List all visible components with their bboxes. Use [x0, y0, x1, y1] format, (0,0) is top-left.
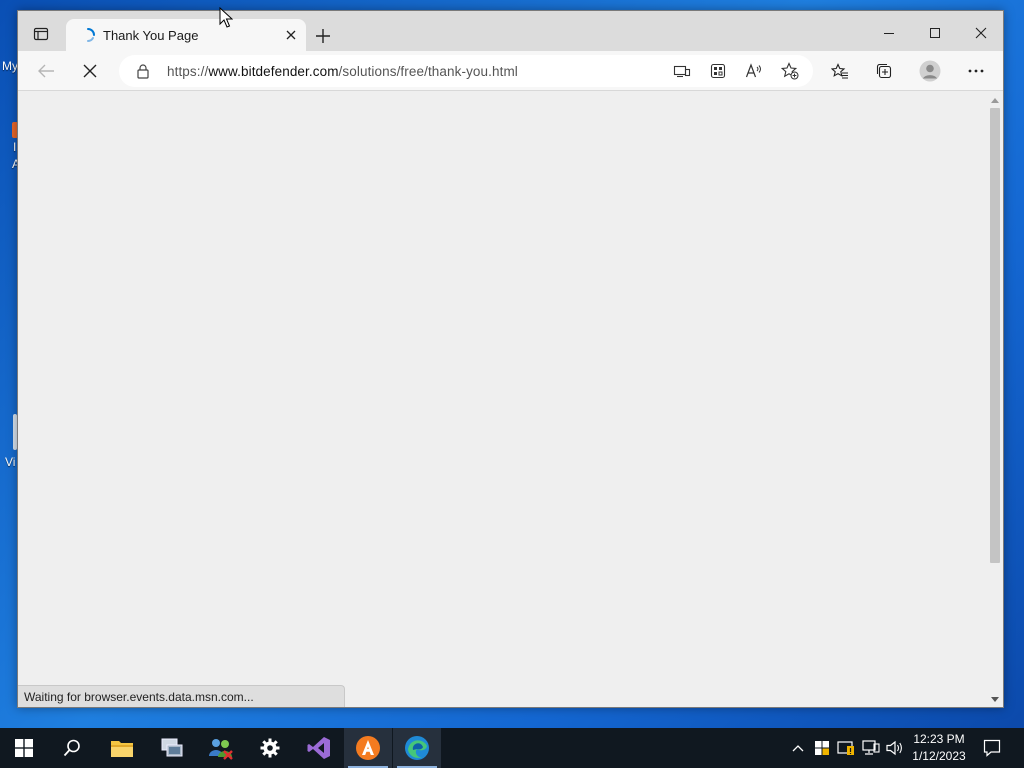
tab-actions-icon[interactable] — [30, 23, 52, 45]
mouse-cursor-icon — [219, 6, 234, 29]
desktop-label-fragment-i: I — [13, 140, 17, 154]
title-bar: Thank You Page — [18, 11, 1003, 51]
settings-gear-icon[interactable] — [246, 728, 294, 768]
loading-spinner-icon — [80, 27, 96, 43]
maximize-button[interactable] — [912, 19, 958, 47]
profile-avatar[interactable] — [917, 59, 943, 83]
address-bar[interactable]: https://www.bitdefender.com/solutions/fr… — [119, 55, 813, 87]
notifications-icon[interactable] — [980, 728, 1004, 768]
url-text[interactable]: https://www.bitdefender.com/solutions/fr… — [167, 64, 518, 79]
new-tab-button[interactable] — [312, 25, 334, 47]
scroll-down-arrow-icon[interactable] — [990, 695, 999, 703]
favorites-button[interactable] — [827, 59, 853, 83]
open-in-app-icon[interactable] — [670, 60, 694, 82]
clock-date: 1/12/2023 — [912, 749, 966, 763]
scrollbar-thumb[interactable] — [990, 108, 1000, 563]
close-window-button[interactable] — [958, 19, 1004, 47]
start-button[interactable] — [0, 728, 48, 768]
app-available-icon[interactable] — [706, 60, 730, 82]
avast-icon[interactable] — [344, 728, 392, 768]
search-icon[interactable] — [48, 728, 96, 768]
more-options-icon[interactable] — [963, 59, 989, 83]
back-button[interactable] — [33, 59, 59, 83]
visual-studio-icon[interactable] — [295, 728, 343, 768]
people-app-icon[interactable] — [197, 728, 245, 768]
lock-icon[interactable] — [135, 63, 151, 79]
tab-thank-you-page[interactable]: Thank You Page — [66, 19, 306, 51]
tab-title: Thank You Page — [103, 28, 199, 43]
add-favorite-icon[interactable] — [778, 60, 802, 82]
taskbar-clock[interactable]: 12:23 PM 1/12/2023 — [905, 731, 973, 765]
taskbar: 12:23 PM 1/12/2023 — [0, 728, 1024, 768]
desktop-label-fragment-vi: Vi — [5, 455, 16, 469]
browser-window: Thank You Page https://www.bitdefender.c… — [17, 10, 1004, 708]
collections-button[interactable] — [871, 59, 897, 83]
action-center-alert-icon[interactable] — [836, 728, 856, 768]
url-path: /solutions/free/thank-you.html — [338, 64, 518, 79]
volume-icon[interactable] — [885, 728, 905, 768]
edge-browser-icon[interactable] — [393, 728, 441, 768]
browser-toolbar: https://www.bitdefender.com/solutions/fr… — [18, 51, 1003, 91]
tab-close-icon[interactable] — [282, 26, 300, 44]
show-hidden-icons-chevron[interactable] — [790, 728, 806, 768]
url-domain: www.bitdefender.com — [208, 64, 339, 79]
minimize-button[interactable] — [866, 19, 912, 47]
vertical-scrollbar[interactable] — [986, 92, 1003, 707]
file-explorer-icon[interactable] — [98, 728, 146, 768]
page-content — [18, 92, 986, 707]
network-icon[interactable] — [861, 728, 881, 768]
url-prefix: https:// — [167, 64, 209, 79]
scroll-up-arrow-icon[interactable] — [990, 96, 999, 104]
network-utility-icon[interactable] — [148, 728, 196, 768]
security-shield-icon[interactable] — [813, 728, 831, 768]
status-bar: Waiting for browser.events.data.msn.com.… — [18, 685, 345, 707]
clock-time: 12:23 PM — [913, 732, 965, 746]
desktop-label-fragment-my: My — [2, 59, 18, 73]
stop-loading-button[interactable] — [77, 59, 103, 83]
read-aloud-icon[interactable] — [742, 60, 766, 82]
